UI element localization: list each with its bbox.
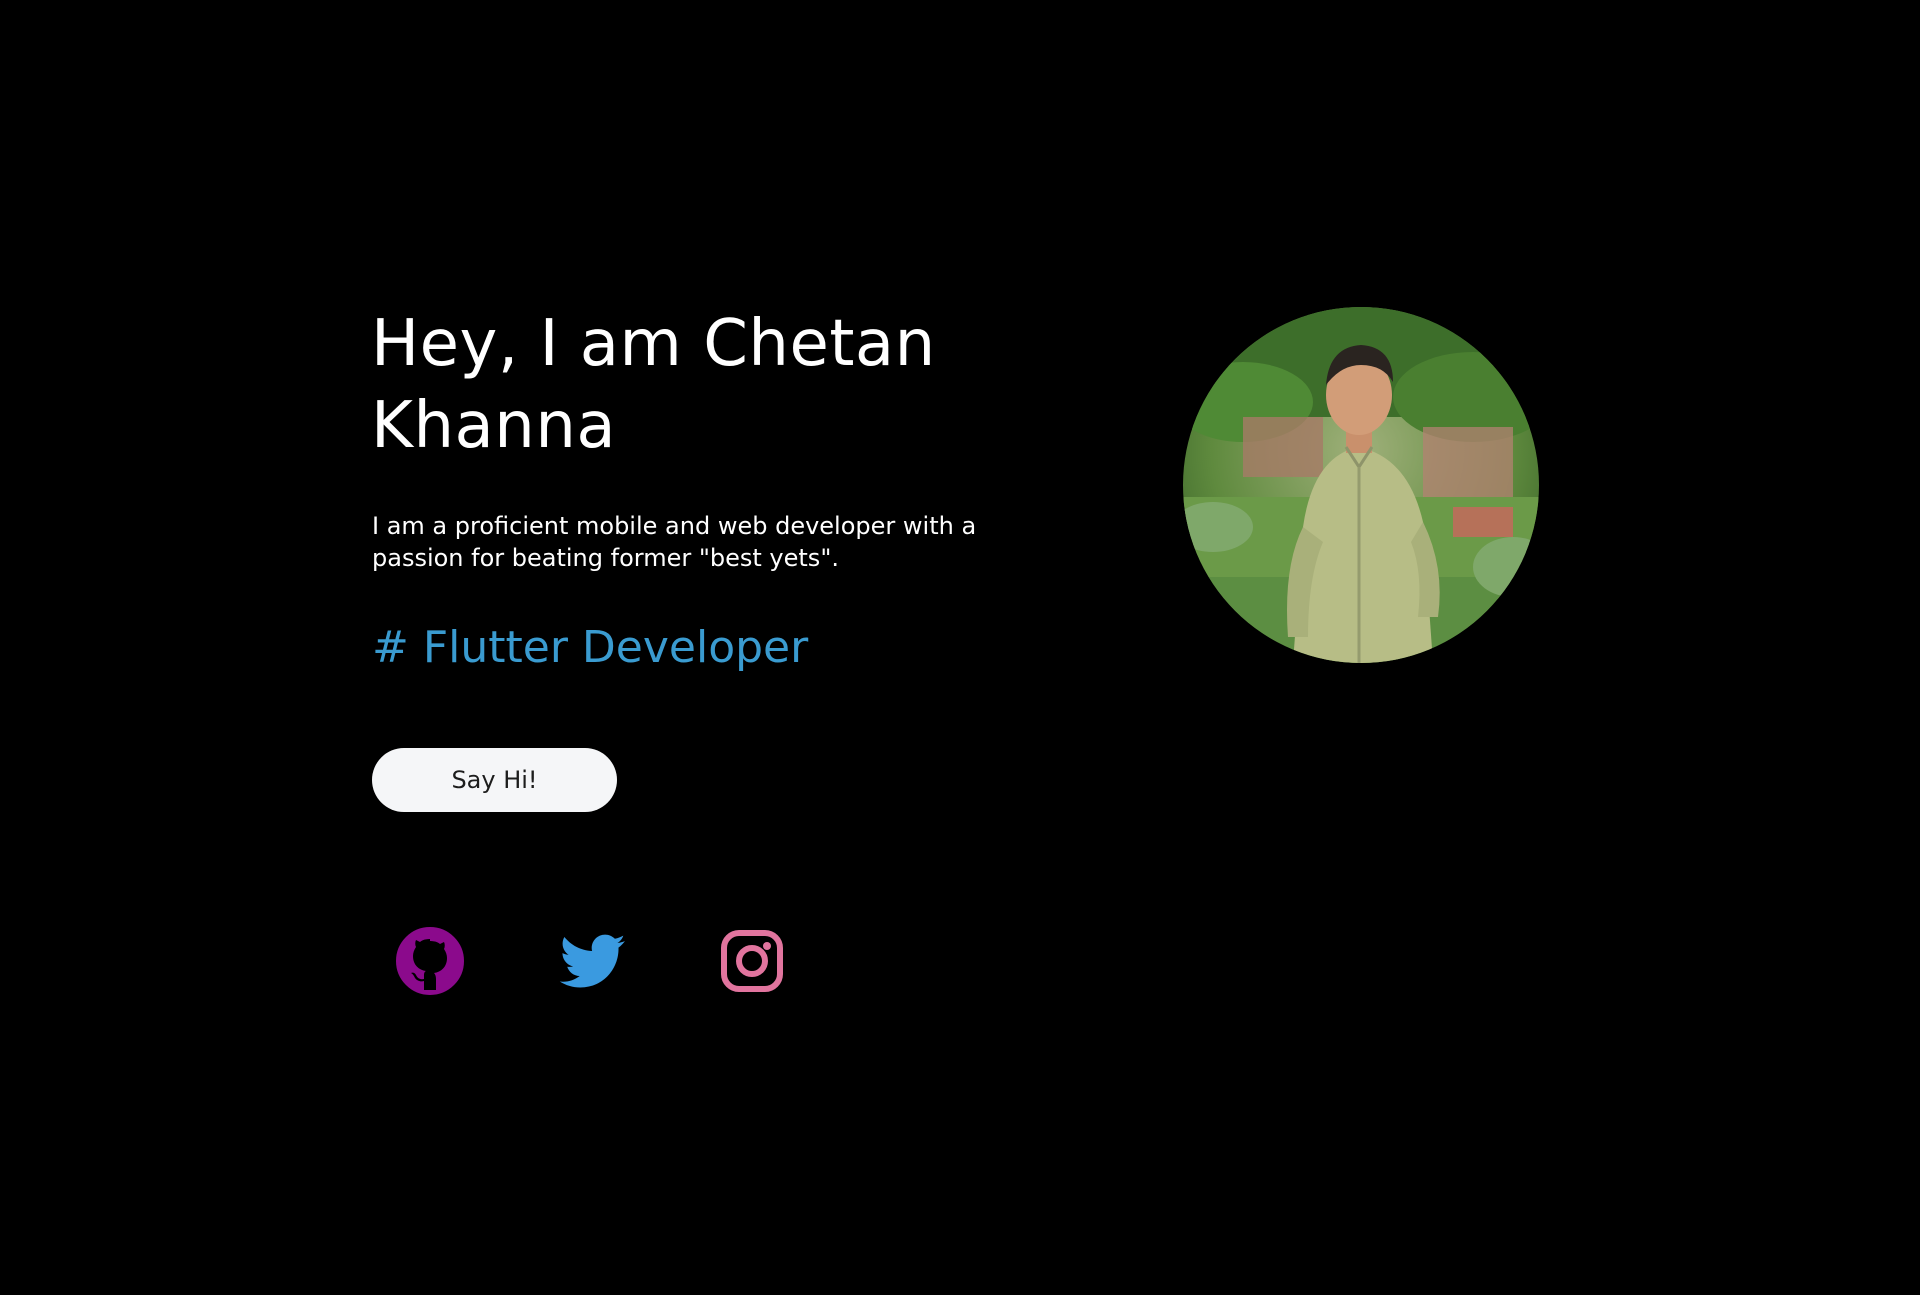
hero-title: Hey, I am Chetan Khanna — [371, 307, 936, 463]
say-hi-button[interactable]: Say Hi! — [372, 748, 617, 812]
intro-text: I am a proficient mobile and web develop… — [372, 512, 977, 572]
instagram-icon — [721, 930, 783, 992]
profile-photo — [1183, 307, 1539, 663]
github-icon — [396, 927, 464, 995]
twitter-link[interactable] — [557, 925, 629, 997]
profile-photo-illustration — [1183, 307, 1539, 663]
role-text: # Flutter Developer — [372, 622, 809, 673]
instagram-link[interactable] — [716, 925, 788, 997]
github-link[interactable] — [394, 925, 466, 997]
twitter-icon — [559, 934, 626, 988]
